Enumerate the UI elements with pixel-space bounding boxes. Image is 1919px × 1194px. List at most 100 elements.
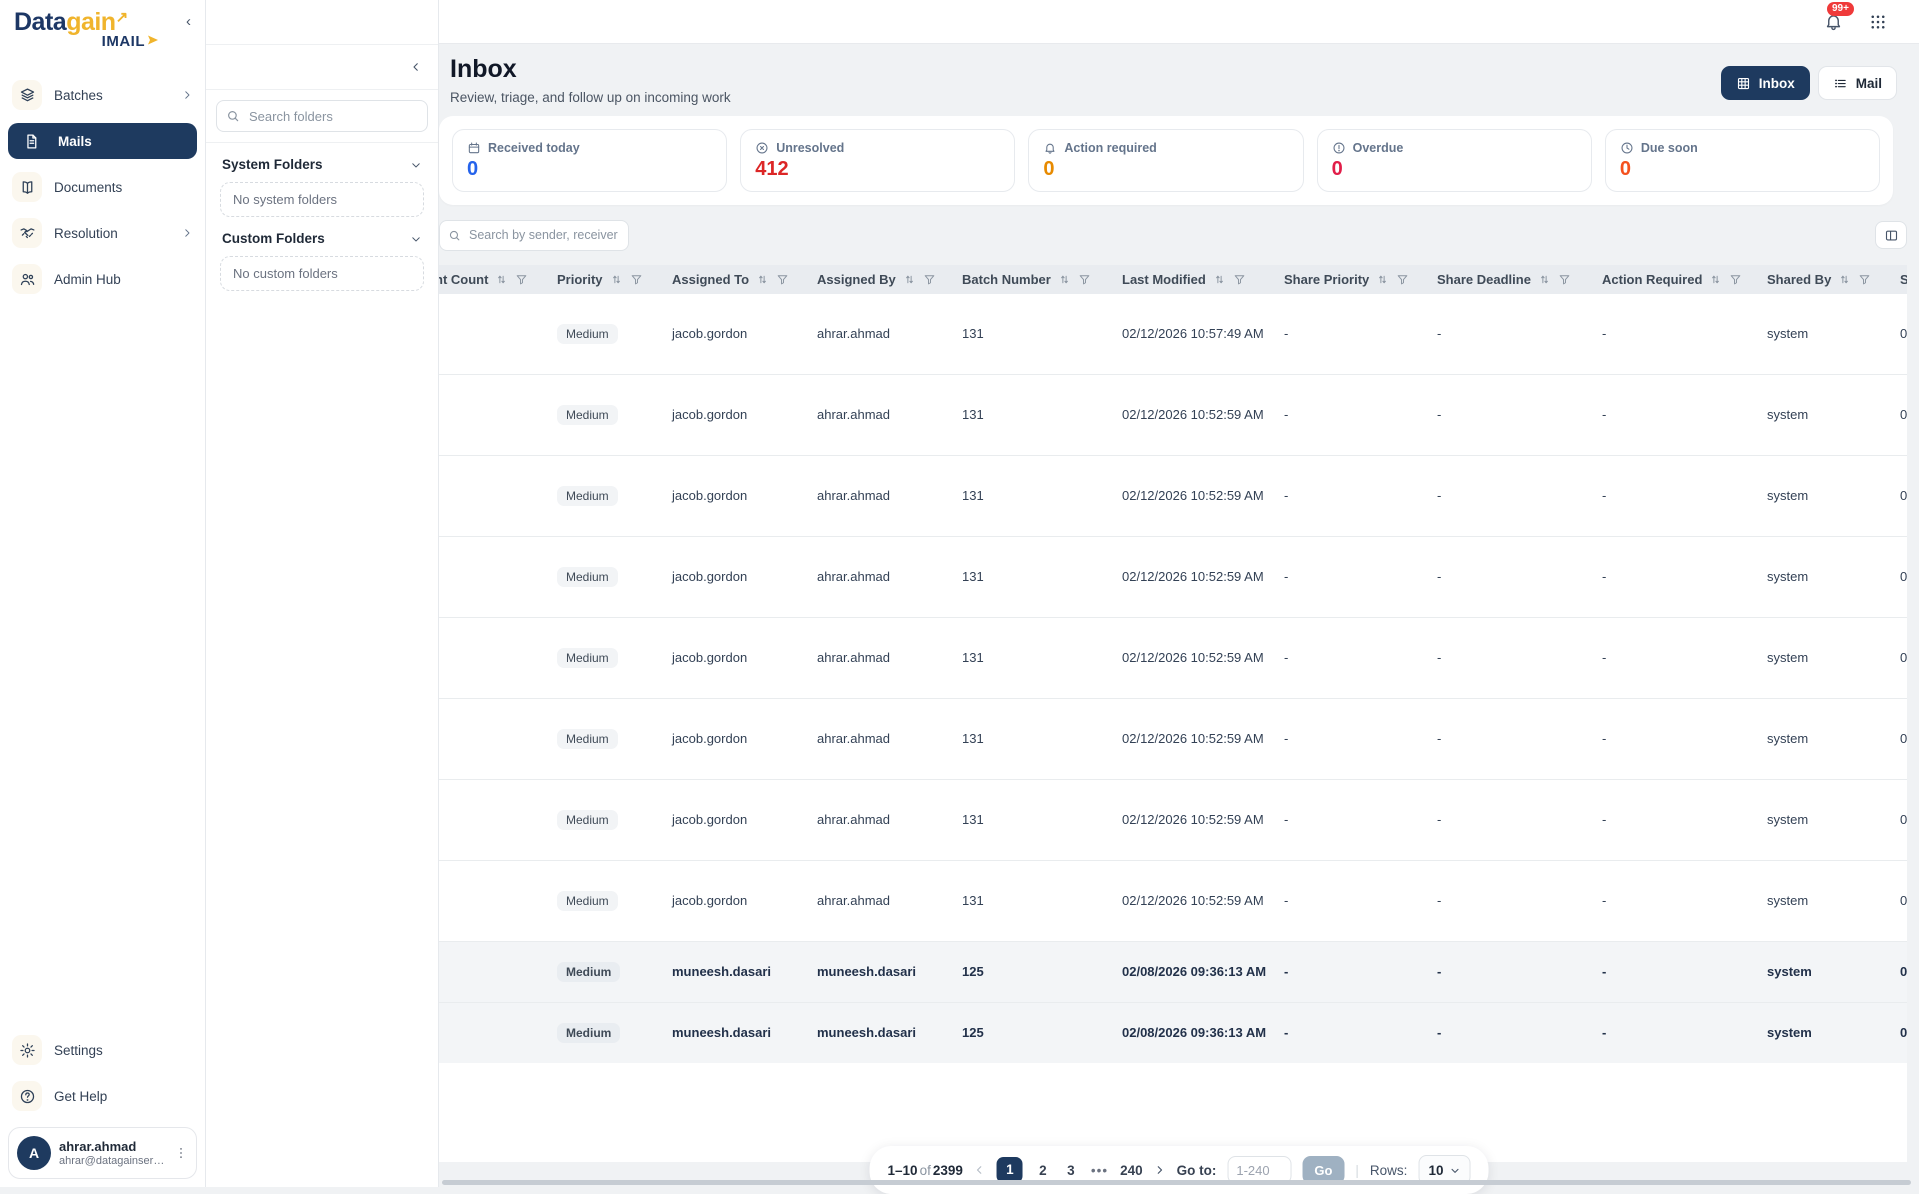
- mail-row[interactable]: Mediumjacob.gordonahrar.ahmad13102/12/20…: [439, 536, 1907, 617]
- sort-icon[interactable]: [1709, 273, 1722, 286]
- mail-row[interactable]: Mediumjacob.gordonahrar.ahmad13102/12/20…: [439, 698, 1907, 779]
- user-menu-button[interactable]: [174, 1146, 188, 1160]
- sort-icon[interactable]: [1838, 273, 1851, 286]
- sidebar-item-settings[interactable]: Settings: [0, 1027, 205, 1073]
- mail-row[interactable]: Mediumjacob.gordonahrar.ahmad13102/12/20…: [439, 374, 1907, 455]
- cell-last-modified: 02/08/2026 09:36:13 AM: [1112, 941, 1274, 1002]
- cell-shared-by: system: [1757, 536, 1890, 617]
- sidebar-item-documents[interactable]: Documents: [0, 164, 205, 210]
- cell-batch-number: 131: [952, 779, 1112, 860]
- sidebar-item-get-help[interactable]: Get Help: [0, 1073, 205, 1119]
- view-toggle-mail[interactable]: Mail: [1818, 66, 1897, 100]
- cell-assigned-to: jacob.gordon: [662, 374, 807, 455]
- table-header-row: nt Count Priority Assigned To Assigned B…: [439, 265, 1907, 294]
- sidebar-item-batches[interactable]: Batches: [0, 72, 205, 118]
- notifications-button[interactable]: 99+: [1824, 12, 1843, 31]
- horizontal-scrollbar[interactable]: [442, 1180, 1911, 1185]
- prev-page-button[interactable]: [974, 1164, 986, 1176]
- folder-section-header[interactable]: System Folders: [220, 155, 424, 182]
- mail-row[interactable]: Mediummuneesh.dasarimuneesh.dasari12502/…: [439, 1002, 1907, 1063]
- cell-count: [439, 294, 547, 375]
- cell-share-priority: -: [1274, 779, 1427, 860]
- cell-share-deadline: -: [1427, 698, 1592, 779]
- filter-icon[interactable]: [1729, 273, 1742, 286]
- filter-icon[interactable]: [515, 273, 528, 286]
- rows-value: 10: [1428, 1163, 1443, 1178]
- apps-grid-button[interactable]: [1869, 13, 1887, 31]
- filter-icon[interactable]: [1858, 273, 1871, 286]
- cell-assigned-to: jacob.gordon: [662, 536, 807, 617]
- cell-share-priority: -: [1274, 860, 1427, 941]
- stat-value: 0: [1332, 158, 1577, 180]
- user-card[interactable]: A ahrar.ahmad ahrar@datagainservice...: [8, 1127, 197, 1179]
- sort-icon[interactable]: [1376, 273, 1389, 286]
- mail-table-card: nt Count Priority Assigned To Assigned B…: [439, 265, 1907, 1162]
- filter-icon[interactable]: [923, 273, 936, 286]
- filter-icon[interactable]: [1558, 273, 1571, 286]
- sidebar-item-resolution[interactable]: Resolution: [0, 210, 205, 256]
- folder-section-system-folders: System Folders No system folders: [206, 143, 438, 217]
- cell-share-priority: -: [1274, 294, 1427, 375]
- column-settings-button[interactable]: [1875, 221, 1907, 249]
- mail-row[interactable]: Mediumjacob.gordonahrar.ahmad13102/12/20…: [439, 455, 1907, 536]
- cell-batch-number: 125: [952, 941, 1112, 1002]
- cell-share-priority: -: [1274, 698, 1427, 779]
- cell-share-deadline: -: [1427, 617, 1592, 698]
- cell-count: [439, 374, 547, 455]
- cell-shared-on: 01: [1890, 1002, 1907, 1063]
- mail-row[interactable]: Mediumjacob.gordonahrar.ahmad13102/12/20…: [439, 294, 1907, 375]
- page-number-2[interactable]: 2: [1035, 1163, 1051, 1178]
- filter-icon[interactable]: [1233, 273, 1246, 286]
- cell-shared-on: 01: [1890, 779, 1907, 860]
- cell-shared-by: system: [1757, 617, 1890, 698]
- sort-icon[interactable]: [495, 273, 508, 286]
- filter-icon[interactable]: [776, 273, 789, 286]
- sort-icon[interactable]: [756, 273, 769, 286]
- paper-plane-icon: [147, 33, 159, 50]
- mail-search-input[interactable]: [467, 227, 620, 243]
- mail-row[interactable]: Mediummuneesh.dasarimuneesh.dasari12502/…: [439, 941, 1907, 1002]
- sidebar-item-admin-hub[interactable]: Admin Hub: [0, 256, 205, 302]
- filter-icon[interactable]: [630, 273, 643, 286]
- stat-value: 0: [467, 158, 712, 180]
- mail-row[interactable]: Mediumjacob.gordonahrar.ahmad13102/12/20…: [439, 860, 1907, 941]
- cell-shared-on: 01: [1890, 617, 1907, 698]
- cell-share-deadline: -: [1427, 1002, 1592, 1063]
- column-header-assigned-by: Assigned By: [807, 265, 952, 294]
- grid-icon: [1736, 76, 1751, 91]
- page-number-240[interactable]: 240: [1120, 1163, 1143, 1178]
- view-toggle-inbox[interactable]: Inbox: [1721, 66, 1810, 100]
- sidebar-collapse-button[interactable]: ‹: [186, 14, 191, 29]
- cell-action-required: -: [1592, 617, 1757, 698]
- folder-section-header[interactable]: Custom Folders: [220, 229, 424, 256]
- sort-icon[interactable]: [610, 273, 623, 286]
- maildoc-icon: [16, 126, 46, 156]
- cell-last-modified: 02/08/2026 09:36:13 AM: [1112, 1002, 1274, 1063]
- clock-icon: [1620, 141, 1634, 155]
- chevron-right-icon: [181, 89, 193, 101]
- filter-icon[interactable]: [1396, 273, 1409, 286]
- sort-icon[interactable]: [1538, 273, 1551, 286]
- mail-row[interactable]: Mediumjacob.gordonahrar.ahmad13102/12/20…: [439, 779, 1907, 860]
- cell-assigned-to: jacob.gordon: [662, 698, 807, 779]
- cell-action-required: -: [1592, 698, 1757, 779]
- filter-icon[interactable]: [1078, 273, 1091, 286]
- cell-count: [439, 698, 547, 779]
- mail-row[interactable]: Mediumjacob.gordonahrar.ahmad13102/12/20…: [439, 617, 1907, 698]
- sort-icon[interactable]: [1213, 273, 1226, 286]
- cell-assigned-by: ahrar.ahmad: [807, 536, 952, 617]
- stat-card-action-required: Action required 0: [1028, 129, 1303, 192]
- folders-collapse-button[interactable]: [410, 61, 422, 73]
- sidebar-item-mails[interactable]: Mails: [8, 123, 197, 159]
- folder-section-custom-folders: Custom Folders No custom folders: [206, 217, 438, 291]
- search-icon: [448, 229, 461, 242]
- page-ellipsis[interactable]: •••: [1091, 1163, 1108, 1178]
- user-name: ahrar.ahmad: [59, 1139, 166, 1155]
- sort-icon[interactable]: [903, 273, 916, 286]
- sort-icon[interactable]: [1058, 273, 1071, 286]
- notification-badge: 99+: [1827, 2, 1854, 16]
- folder-search-input[interactable]: [247, 108, 418, 125]
- next-page-button[interactable]: [1154, 1164, 1166, 1176]
- page-number-3[interactable]: 3: [1063, 1163, 1079, 1178]
- logo-arrow-icon: ↗: [116, 9, 128, 26]
